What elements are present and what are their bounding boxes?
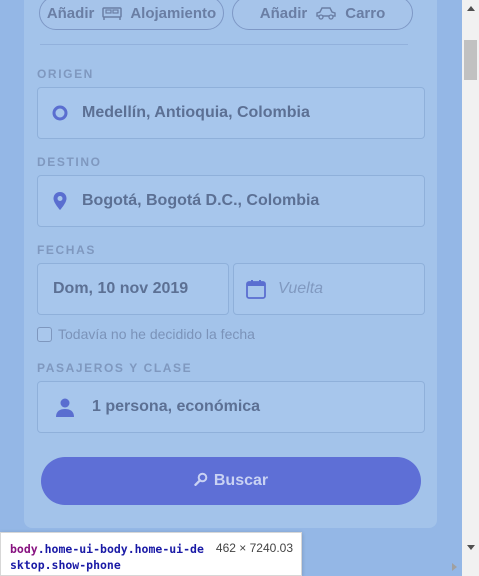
circle-icon <box>38 104 82 122</box>
passengers-field[interactable]: 1 persona, económica <box>37 381 425 433</box>
tooltip-classes: .home-ui-body.home-ui-desktop.show-phone <box>10 542 204 572</box>
scroll-right-arrow-icon[interactable] <box>452 563 457 571</box>
origin-value: Medellín, Antioquia, Colombia <box>82 104 310 121</box>
bed-icon <box>102 5 123 21</box>
return-date-field[interactable]: Vuelta <box>233 263 425 315</box>
undecided-date-checkbox[interactable] <box>37 326 52 342</box>
car-icon <box>315 5 337 21</box>
add-car-prefix: Añadir <box>259 4 308 22</box>
scroll-up-arrow-icon[interactable] <box>467 6 475 11</box>
vertical-scrollbar[interactable] <box>462 0 479 576</box>
devtools-element-tooltip: body.home-ui-body.home-ui-desktop.show-p… <box>0 532 302 576</box>
add-car-button[interactable]: Añadir Carro <box>232 0 413 30</box>
departure-date-value: Dom, 10 nov 2019 <box>53 280 189 297</box>
add-lodging-label: Alojamiento <box>130 4 217 22</box>
map-pin-icon <box>38 191 82 211</box>
dates-section-label: FECHAS <box>37 243 96 257</box>
calendar-icon <box>234 278 278 300</box>
origin-section-label: ORIGEN <box>37 67 94 81</box>
tooltip-tag: body <box>10 542 38 556</box>
destination-field[interactable]: Bogotá, Bogotá D.C., Colombia <box>37 175 425 227</box>
destination-value: Bogotá, Bogotá D.C., Colombia <box>82 192 320 209</box>
destination-section-label: DESTINO <box>37 155 102 169</box>
section-divider <box>40 44 408 45</box>
undecided-date-label: Todavía no he decidido la fecha <box>58 326 255 342</box>
tooltip-dimensions: 462 × 7240.03 <box>215 541 293 555</box>
return-date-placeholder: Vuelta <box>278 280 324 297</box>
passengers-value: 1 persona, económica <box>92 398 261 415</box>
scroll-down-arrow-icon[interactable] <box>467 545 475 550</box>
search-button[interactable]: Buscar <box>41 457 421 505</box>
add-lodging-button[interactable]: Añadir Alojamiento <box>39 0 224 30</box>
origin-field[interactable]: Medellín, Antioquia, Colombia <box>37 87 425 139</box>
add-lodging-prefix: Añadir <box>46 4 95 22</box>
search-button-label: Buscar <box>213 472 269 489</box>
add-car-label: Carro <box>345 4 386 22</box>
undecided-date-option[interactable]: Todavía no he decidido la fecha <box>37 326 255 342</box>
search-icon <box>194 472 208 491</box>
departure-date-field[interactable]: Dom, 10 nov 2019 <box>37 263 229 315</box>
tooltip-selector: body.home-ui-body.home-ui-desktop.show-p… <box>10 541 210 573</box>
scrollbar-thumb[interactable] <box>464 40 477 80</box>
passengers-section-label: PASAJEROS Y CLASE <box>37 361 193 375</box>
person-icon <box>38 397 92 417</box>
